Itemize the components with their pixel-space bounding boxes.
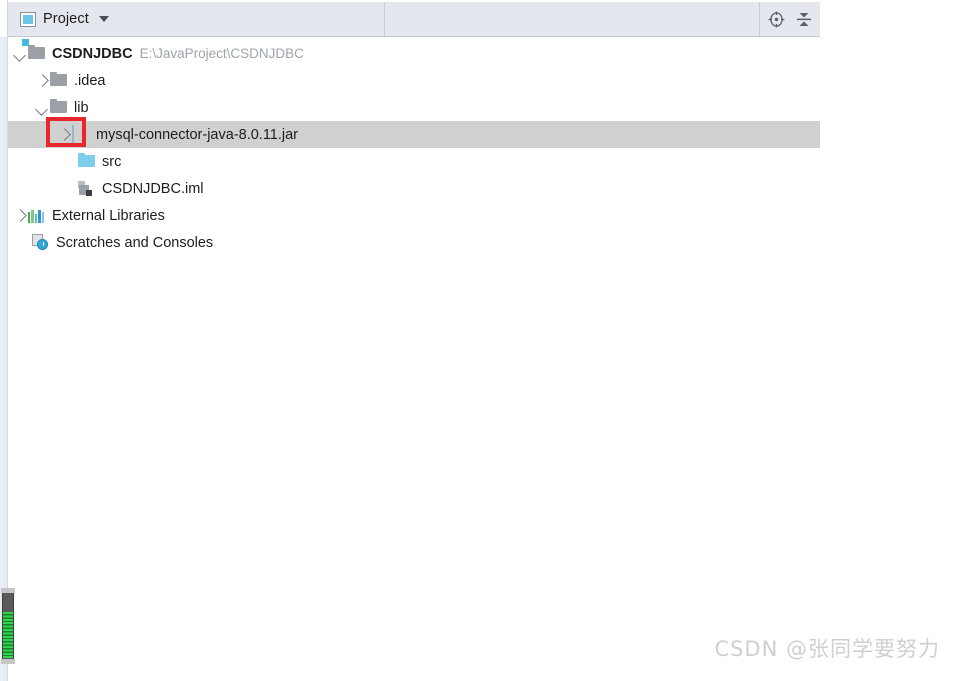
- chevron-expanded-icon[interactable]: [12, 46, 28, 62]
- scrollbar-cap-bottom: [1, 659, 15, 664]
- toolbar-spacer: [385, 2, 760, 36]
- module-iml-icon: [78, 180, 96, 198]
- folder-blue-source-icon: [78, 152, 96, 171]
- tree-node-scratches-and-consoles[interactable]: Scratches and Consoles: [8, 229, 820, 256]
- tree-node-label: src: [102, 153, 122, 170]
- chevron-collapsed-icon[interactable]: [56, 127, 72, 143]
- project-path: E:\JavaProject\CSDNJDBC: [139, 46, 304, 61]
- scratches-clock-icon: [32, 233, 50, 252]
- tree-node-src[interactable]: src: [8, 148, 820, 175]
- toolbar-buttons: [760, 2, 820, 36]
- project-toolbar: Project: [8, 2, 820, 37]
- tree-node-lib[interactable]: lib: [8, 94, 820, 121]
- tree-node-label: CSDNJDBC.iml: [102, 180, 204, 197]
- project-folder-icon: [22, 38, 46, 63]
- tree-node-label: External Libraries: [52, 207, 165, 224]
- locate-button[interactable]: [762, 3, 790, 36]
- collapse-all-icon: [797, 12, 811, 26]
- chevron-collapsed-icon[interactable]: [34, 73, 50, 89]
- gutter-strip: [0, 37, 7, 681]
- tree-node-mysql-connector-jar[interactable]: mysql-connector-java-8.0.11.jar: [8, 121, 820, 148]
- scrollbar-cap-top: [1, 588, 15, 593]
- tree-node-label: lib: [74, 99, 89, 116]
- crosshair-target-icon: [768, 11, 784, 27]
- tree-node-external-libraries[interactable]: External Libraries: [8, 202, 820, 229]
- project-view-selector[interactable]: Project: [8, 2, 385, 36]
- folder-gray-icon: [50, 98, 68, 117]
- toolbar-title: Project: [43, 11, 89, 27]
- chevron-collapsed-icon[interactable]: [12, 208, 28, 224]
- chevron-expanded-icon[interactable]: [34, 100, 50, 116]
- project-tool-window: Project CSDNJDBC E:\JavaProject\CSDNJDBC…: [0, 0, 958, 681]
- tree-node-csdnjdbc[interactable]: CSDNJDBC E:\JavaProject\CSDNJDBC: [8, 38, 820, 67]
- library-bars-icon: [28, 207, 46, 225]
- project-icon: [20, 11, 36, 27]
- folder-gray-icon: [50, 71, 68, 90]
- project-tree[interactable]: CSDNJDBC E:\JavaProject\CSDNJDBC .idea l…: [8, 38, 820, 256]
- jar-archive-icon: [72, 124, 90, 144]
- chevron-down-icon[interactable]: [98, 16, 109, 22]
- tree-node-label: CSDNJDBC: [52, 45, 133, 62]
- watermark: CSDN @张同学要努力: [714, 637, 940, 661]
- left-gutter: [0, 0, 8, 681]
- tree-node-label: mysql-connector-java-8.0.11.jar: [96, 126, 299, 143]
- tree-node-idea[interactable]: .idea: [8, 67, 820, 94]
- tree-node-label: .idea: [74, 72, 106, 89]
- tree-node-csdnjdbc-iml[interactable]: CSDNJDBC.iml: [8, 175, 820, 202]
- vertical-scroll-indicator[interactable]: [1, 588, 16, 664]
- tree-node-label: Scratches and Consoles: [56, 234, 214, 251]
- scrollbar-thumb-fill[interactable]: [3, 612, 13, 658]
- collapse-all-button[interactable]: [790, 3, 818, 36]
